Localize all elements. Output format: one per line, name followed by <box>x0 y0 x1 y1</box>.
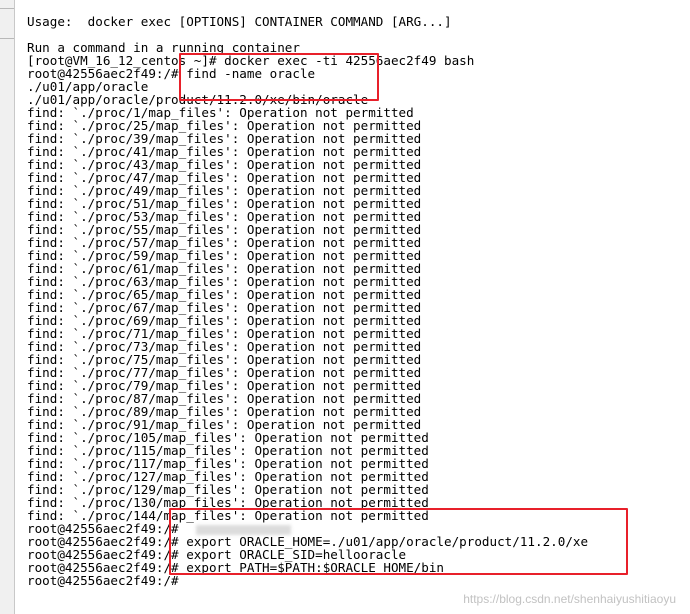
watermark: https://blog.csdn.net/shenhaiyushitiaoyu <box>463 592 676 606</box>
terminal-output[interactable]: Usage: docker exec [OPTIONS] CONTAINER C… <box>27 0 677 614</box>
redacted-text <box>196 525 291 535</box>
terminal-line: Usage: docker exec [OPTIONS] CONTAINER C… <box>27 14 452 29</box>
terminal-line: root@42556aec2f49:/# <box>27 573 179 588</box>
left-gutter <box>0 0 15 614</box>
